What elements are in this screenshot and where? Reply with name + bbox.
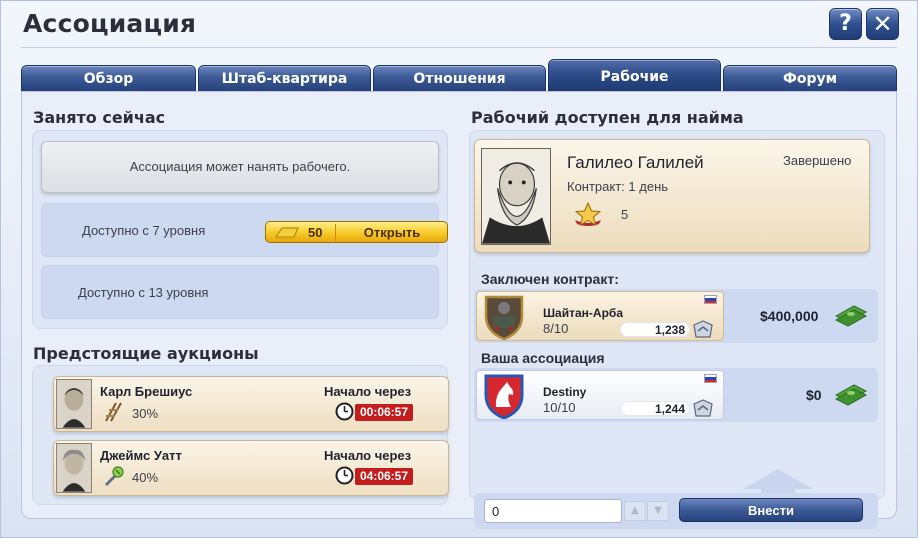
your-assoc-row: Destiny 10/10 1,244 $0	[474, 368, 878, 422]
window-title: Ассоциация	[23, 9, 197, 38]
auction-percent: 40%	[132, 470, 159, 485]
worker-status: Завершено	[783, 153, 852, 168]
cash-icon	[834, 305, 868, 327]
contracted-money: $400,000	[760, 308, 819, 324]
auction-start-label: Начало через	[324, 448, 412, 463]
auctions-box: Карл Брешиус 30% Начало через 00:06:57 Д…	[32, 365, 449, 505]
russia-flag-icon	[704, 374, 717, 383]
your-score: 1,244	[620, 401, 690, 416]
association-window: Ассоциация ? ✕ Обзор Штаб-квартира Отнош…	[0, 0, 918, 538]
gold-bar-icon	[275, 227, 299, 239]
your-assoc-title: Ваша ассоциация	[481, 350, 605, 366]
contracted-score: 1,238	[620, 322, 690, 337]
auction-item[interactable]: Джеймс Уатт 40% Начало через 04:06:57	[53, 440, 449, 496]
contracted-members: 8/10	[543, 321, 569, 336]
clock-icon	[335, 402, 354, 421]
tab-workers[interactable]: Рабочие	[548, 59, 721, 91]
title-divider	[21, 47, 897, 48]
auction-percent: 30%	[132, 406, 159, 421]
decrease-arrow-icon[interactable]: ▼	[647, 501, 669, 521]
worker-portrait-icon	[56, 443, 92, 493]
rating-badge-icon	[693, 399, 713, 417]
locked-slot-level7: Доступно с 7 уровня 50 Открыть	[41, 203, 448, 257]
slot-level13-label: Доступно с 13 уровня	[78, 285, 209, 300]
auction-worker-name: Джеймс Уатт	[100, 448, 182, 463]
auction-worker-name: Карл Брешиус	[100, 384, 193, 399]
deposit-bar: ▲ ▼ Внести	[474, 493, 878, 529]
tab-relations[interactable]: Отношения	[373, 65, 546, 91]
shield-crest-icon	[484, 295, 524, 340]
auctions-title: Предстоящие аукционы	[33, 344, 259, 363]
tab-bar: Обзор Штаб-квартира Отношения Рабочие Фо…	[21, 59, 897, 91]
contracted-assoc-name: Шайтан-Арба	[543, 306, 623, 320]
rating-badge-icon	[693, 320, 713, 338]
deposit-button[interactable]: Внести	[679, 498, 863, 522]
wrench-icon	[105, 466, 124, 486]
worker-name: Галилео Галилей	[567, 153, 704, 172]
horse-crest-icon	[484, 374, 524, 419]
auction-timer: 00:06:57	[355, 404, 413, 421]
deposit-amount-input[interactable]	[484, 499, 622, 523]
busy-title: Занято сейчас	[33, 108, 166, 127]
your-assoc-card[interactable]: Destiny 10/10 1,244	[476, 370, 724, 420]
auction-item[interactable]: Карл Брешиус 30% Начало через 00:06:57	[53, 376, 449, 432]
hire-message-slot: Ассоциация может нанять рабочего.	[41, 141, 439, 193]
tab-overview[interactable]: Обзор	[21, 65, 196, 91]
worker-portrait-icon	[56, 379, 92, 429]
contracted-title: Заключен контракт:	[481, 271, 619, 287]
cash-icon	[834, 384, 868, 406]
locked-slot-level13: Доступно с 13 уровня	[41, 265, 439, 319]
hire-box: Галилео Галилей Контракт: 1 день Заверше…	[469, 130, 885, 529]
your-members: 10/10	[543, 400, 576, 415]
increase-arrow-icon[interactable]: ▲	[624, 501, 646, 521]
your-money: $0	[806, 387, 822, 403]
worker-card[interactable]: Галилео Галилей Контракт: 1 день Заверше…	[474, 139, 870, 253]
contracted-assoc-card[interactable]: Шайтан-Арба 8/10 1,238	[476, 291, 724, 341]
workers-panel: Занято сейчас Ассоциация может нанять ра…	[21, 91, 897, 529]
level-star-icon	[574, 202, 602, 226]
worker-contract: Контракт: 1 день	[567, 179, 669, 194]
rails-icon	[105, 402, 122, 422]
tab-forum[interactable]: Форум	[723, 65, 897, 91]
worker-level: 5	[621, 207, 629, 222]
tab-headquarters[interactable]: Штаб-квартира	[198, 65, 371, 91]
auction-start-label: Начало через	[324, 384, 412, 399]
busy-slots-box: Ассоциация может нанять рабочего. Доступ…	[32, 130, 448, 329]
open-cost: 50	[308, 225, 323, 240]
russia-flag-icon	[704, 295, 717, 304]
your-assoc-name: Destiny	[543, 385, 587, 399]
clock-icon	[335, 466, 354, 485]
galileo-portrait-icon	[481, 148, 551, 245]
arrow-up-icon	[743, 469, 813, 495]
open-label: Открыть	[363, 225, 421, 240]
slot-level7-label: Доступно с 7 уровня	[82, 223, 206, 238]
close-button[interactable]: ✕	[866, 8, 899, 40]
help-button[interactable]: ?	[829, 8, 862, 40]
contracted-assoc-row: Шайтан-Арба 8/10 1,238 $400,000	[474, 289, 878, 343]
auction-timer: 04:06:57	[355, 468, 413, 485]
open-slot-button[interactable]: 50 Открыть	[265, 221, 448, 243]
worker-available-title: Рабочий доступен для найма	[471, 108, 744, 127]
